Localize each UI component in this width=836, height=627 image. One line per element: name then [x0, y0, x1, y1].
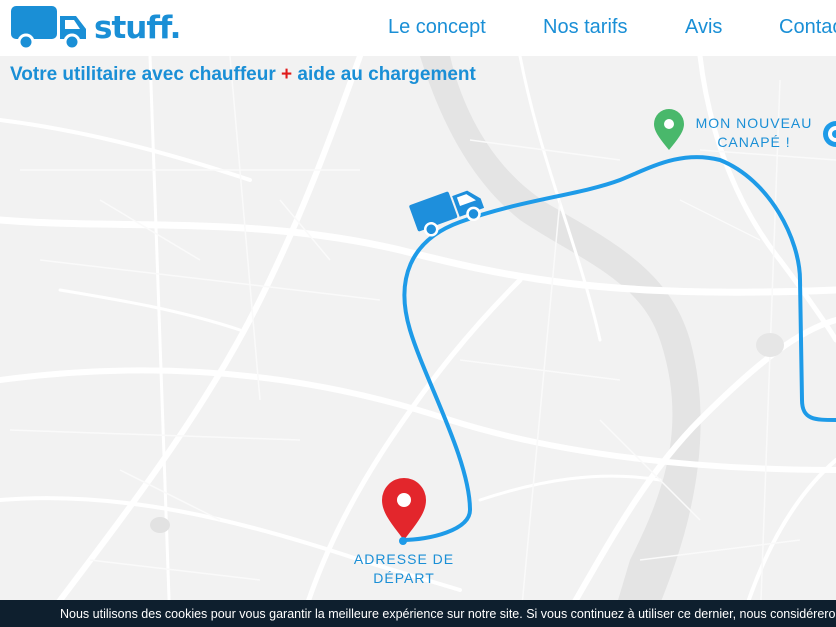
- nav-item-concept[interactable]: Le concept: [388, 16, 486, 39]
- tagline-plus: +: [281, 64, 293, 85]
- hero-tagline: Votre utilitaire avec chauffeur + aide a…: [10, 64, 476, 86]
- cookie-banner: Nous utilisons des cookies pour vous gar…: [0, 600, 836, 627]
- nav-item-avis[interactable]: Avis: [685, 16, 722, 39]
- nav-item-tarifs[interactable]: Nos tarifs: [543, 16, 627, 39]
- site-header: stuff. Le concept Nos tarifs Avis Contac…: [0, 0, 836, 56]
- destination-label-line1: MON NOUVEAU: [695, 115, 813, 131]
- park-area: [150, 517, 170, 533]
- origin-label: ADRESSE DE DÉPART: [346, 550, 462, 588]
- tagline-part-2: aide au chargement: [292, 64, 476, 85]
- nav-item-contact[interactable]: Contact: [779, 16, 836, 39]
- tagline-part-1: Votre utilitaire avec chauffeur: [10, 64, 282, 85]
- origin-label-line2: DÉPART: [373, 570, 435, 586]
- park-area: [756, 333, 784, 357]
- cookie-text: Nous utilisons des cookies pour vous gar…: [60, 607, 836, 621]
- main-nav: Le concept Nos tarifs Avis Contact: [0, 16, 836, 42]
- destination-label: MON NOUVEAU CANAPÉ !: [690, 114, 818, 152]
- origin-label-line1: ADRESSE DE: [353, 551, 455, 567]
- destination-label-line2: CANAPÉ !: [717, 134, 791, 150]
